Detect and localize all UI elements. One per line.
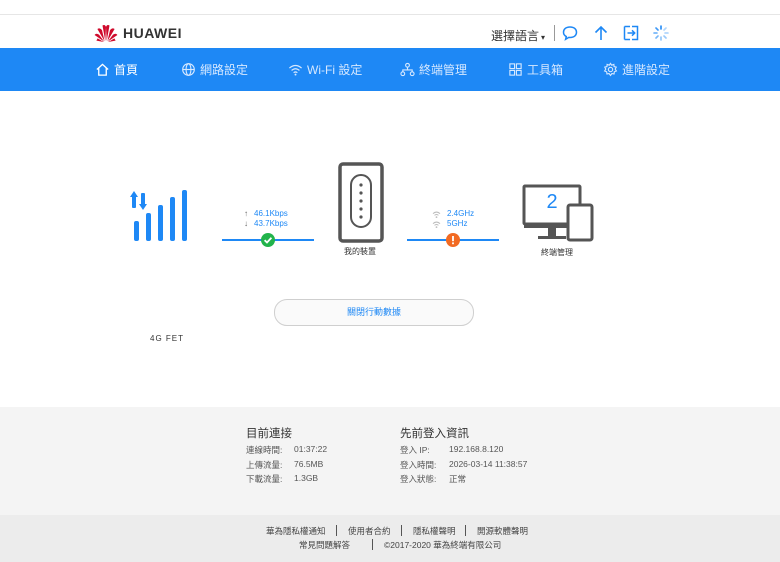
devices-icon [400,62,415,77]
terminal-management-label: 終端管理 [541,248,573,257]
my-device-label: 我的裝置 [344,247,376,256]
arrow-up-icon: ↑ [244,209,248,218]
nav-item-toolbox[interactable]: 工具箱 [508,48,563,91]
login-time-label: 登入時間: [400,460,437,470]
main-nav: 首頁 網路設定 Wi-Fi 設定 終端管理 工具箱 進階設定 [0,48,780,91]
nav-item-home[interactable]: 首頁 [95,48,138,91]
current-connection-title: 目前連接 [246,428,292,440]
footer: 華為隱私權通知 使用者合約 隱私權聲明 開源軟體聲明 常見問題解答 ©2017-… [0,515,780,562]
upload-rate: ↑ 46.1Kbps [244,209,288,218]
logout-icon[interactable] [622,24,640,42]
nav-item-devices[interactable]: 終端管理 [400,48,467,91]
faq-link[interactable]: 常見問題解答 [299,539,350,551]
download-rate-value: 43.7Kbps [254,219,288,228]
home-icon [96,63,109,76]
nav-item-advanced[interactable]: 進階設定 [603,48,670,91]
disable-mobile-data-button[interactable]: 關閉行動數據 [274,299,474,326]
login-ip-label: 登入 IP: [400,445,430,455]
connection-time-value: 01:37:22 [294,444,328,454]
nav-label: 首頁 [114,63,139,77]
download-rate: ↓ 43.7Kbps [244,219,288,228]
upload-icon[interactable] [592,24,610,42]
nav-label: 工具箱 [527,63,564,77]
nav-item-network[interactable]: 網路設定 [181,48,248,91]
network-type-label: 4G FET [150,334,185,343]
nav-label: 終端管理 [419,63,468,77]
login-time-value: 2026-03-14 11:38:57 [449,459,528,469]
globe-icon [182,63,195,76]
wifi-24-label: 2.4GHz [447,209,475,218]
login-status-value: 正常 [449,474,467,484]
header: HUAWEI 選擇語言 ▾ [0,15,780,48]
toolbox-icon [509,63,522,76]
check-icon [261,233,275,247]
wifi-5-label: 5GHz [447,219,468,228]
upload-traffic-label: 上傳流量: [246,460,283,470]
router-device-icon[interactable] [338,162,384,243]
nav-item-wifi[interactable]: Wi-Fi 設定 [288,48,362,91]
download-traffic-value: 1.3GB [294,473,319,483]
arrow-down-icon: ↓ [244,219,248,228]
nav-label: 網路設定 [200,63,249,77]
loading-icon[interactable] [652,24,670,42]
login-status-label: 登入狀態: [400,474,437,484]
privacy-statement-link[interactable]: 隱私權聲明 [413,525,456,537]
nav-label: Wi-Fi 設定 [307,63,363,77]
status-panel: 4G FET ↑ 46.1Kbps ↓ 43.7Kbps 我的裝置 2.4GHz 5… [0,91,780,407]
language-selector[interactable]: 選擇語言 ▾ [491,27,545,44]
download-traffic-label: 下載流量: [246,474,283,484]
terminal-devices[interactable]: 2 [522,184,594,244]
huawei-flower-icon [94,25,118,42]
brand-name: HUAWEI [123,25,182,41]
chat-icon[interactable] [561,24,579,42]
caret-down-icon: ▾ [541,33,546,42]
open-source-link[interactable]: 開源軟體聲明 [477,525,528,537]
warning-icon [446,233,460,247]
login-ip-value: 192.168.8.120 [449,444,504,454]
copyright-text: ©2017-2020 華為終端有限公司 [384,540,502,550]
footer-separator [336,525,337,536]
gear-icon [603,62,618,77]
upload-traffic-value: 76.5MB [294,459,324,469]
connection-info-panel: 目前連接 連線時間: 01:37:22 上傳流量: 76.5MB 下載流量: 1… [0,407,780,515]
footer-separator [372,539,373,550]
wifi-icon [289,64,302,76]
connection-time-label: 連線時間: [246,445,283,455]
footer-separator [465,525,466,536]
upload-rate-value: 46.1Kbps [254,209,288,218]
terminal-count: 2 [546,191,558,213]
footer-separator [401,525,402,536]
header-separator [554,25,555,41]
huawei-logo[interactable]: HUAWEI [94,23,182,43]
nav-label: 進階設定 [622,63,671,77]
language-label: 選擇語言 [491,29,540,43]
wifi-5-icon [432,221,441,228]
previous-login-title: 先前登入資訊 [400,428,469,440]
privacy-notice-link[interactable]: 華為隱私權通知 [266,525,326,537]
user-agreement-link[interactable]: 使用者合約 [348,525,391,537]
signal-strength-icon[interactable] [130,188,200,243]
wifi-24-icon [432,211,441,218]
